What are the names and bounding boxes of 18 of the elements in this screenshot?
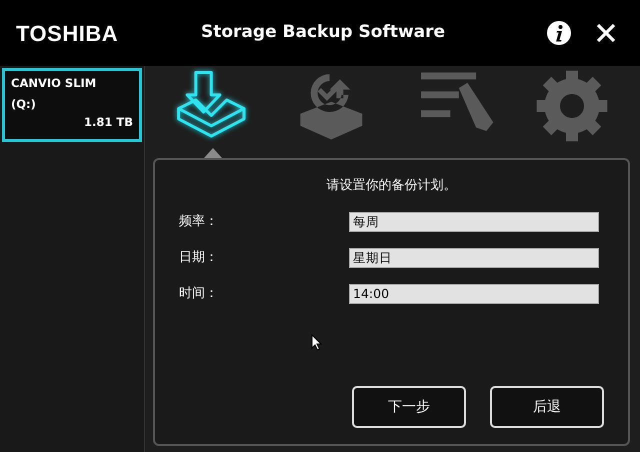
field-label: 频率： (179, 212, 219, 231)
dropdown[interactable]: 每周 (349, 212, 599, 232)
panel-heading: 请设置你的备份计划。 (326, 177, 458, 195)
back-button[interactable]: 后退 (490, 386, 604, 428)
dropdown[interactable]: 14:00 (349, 284, 599, 304)
device-card[interactable]: CANVIO SLIM (Q:) 1.81 TB (2, 68, 142, 142)
info-icon[interactable] (546, 20, 572, 46)
next-button[interactable]: 下一步 (352, 386, 466, 428)
drive-letter: (Q:) (11, 96, 37, 114)
device-name: CANVIO SLIM (11, 75, 98, 92)
cursor-icon (311, 334, 322, 350)
field-label: 时间： (179, 284, 219, 303)
capacity-label: 1.81 TB (83, 114, 133, 130)
dropdown[interactable]: 星期日 (349, 248, 599, 268)
close-icon[interactable] (596, 23, 616, 43)
field-label: 日期： (179, 248, 219, 267)
app-title: Storage Backup Software (201, 21, 446, 44)
brand-logo: TOSHIBA (16, 20, 120, 48)
